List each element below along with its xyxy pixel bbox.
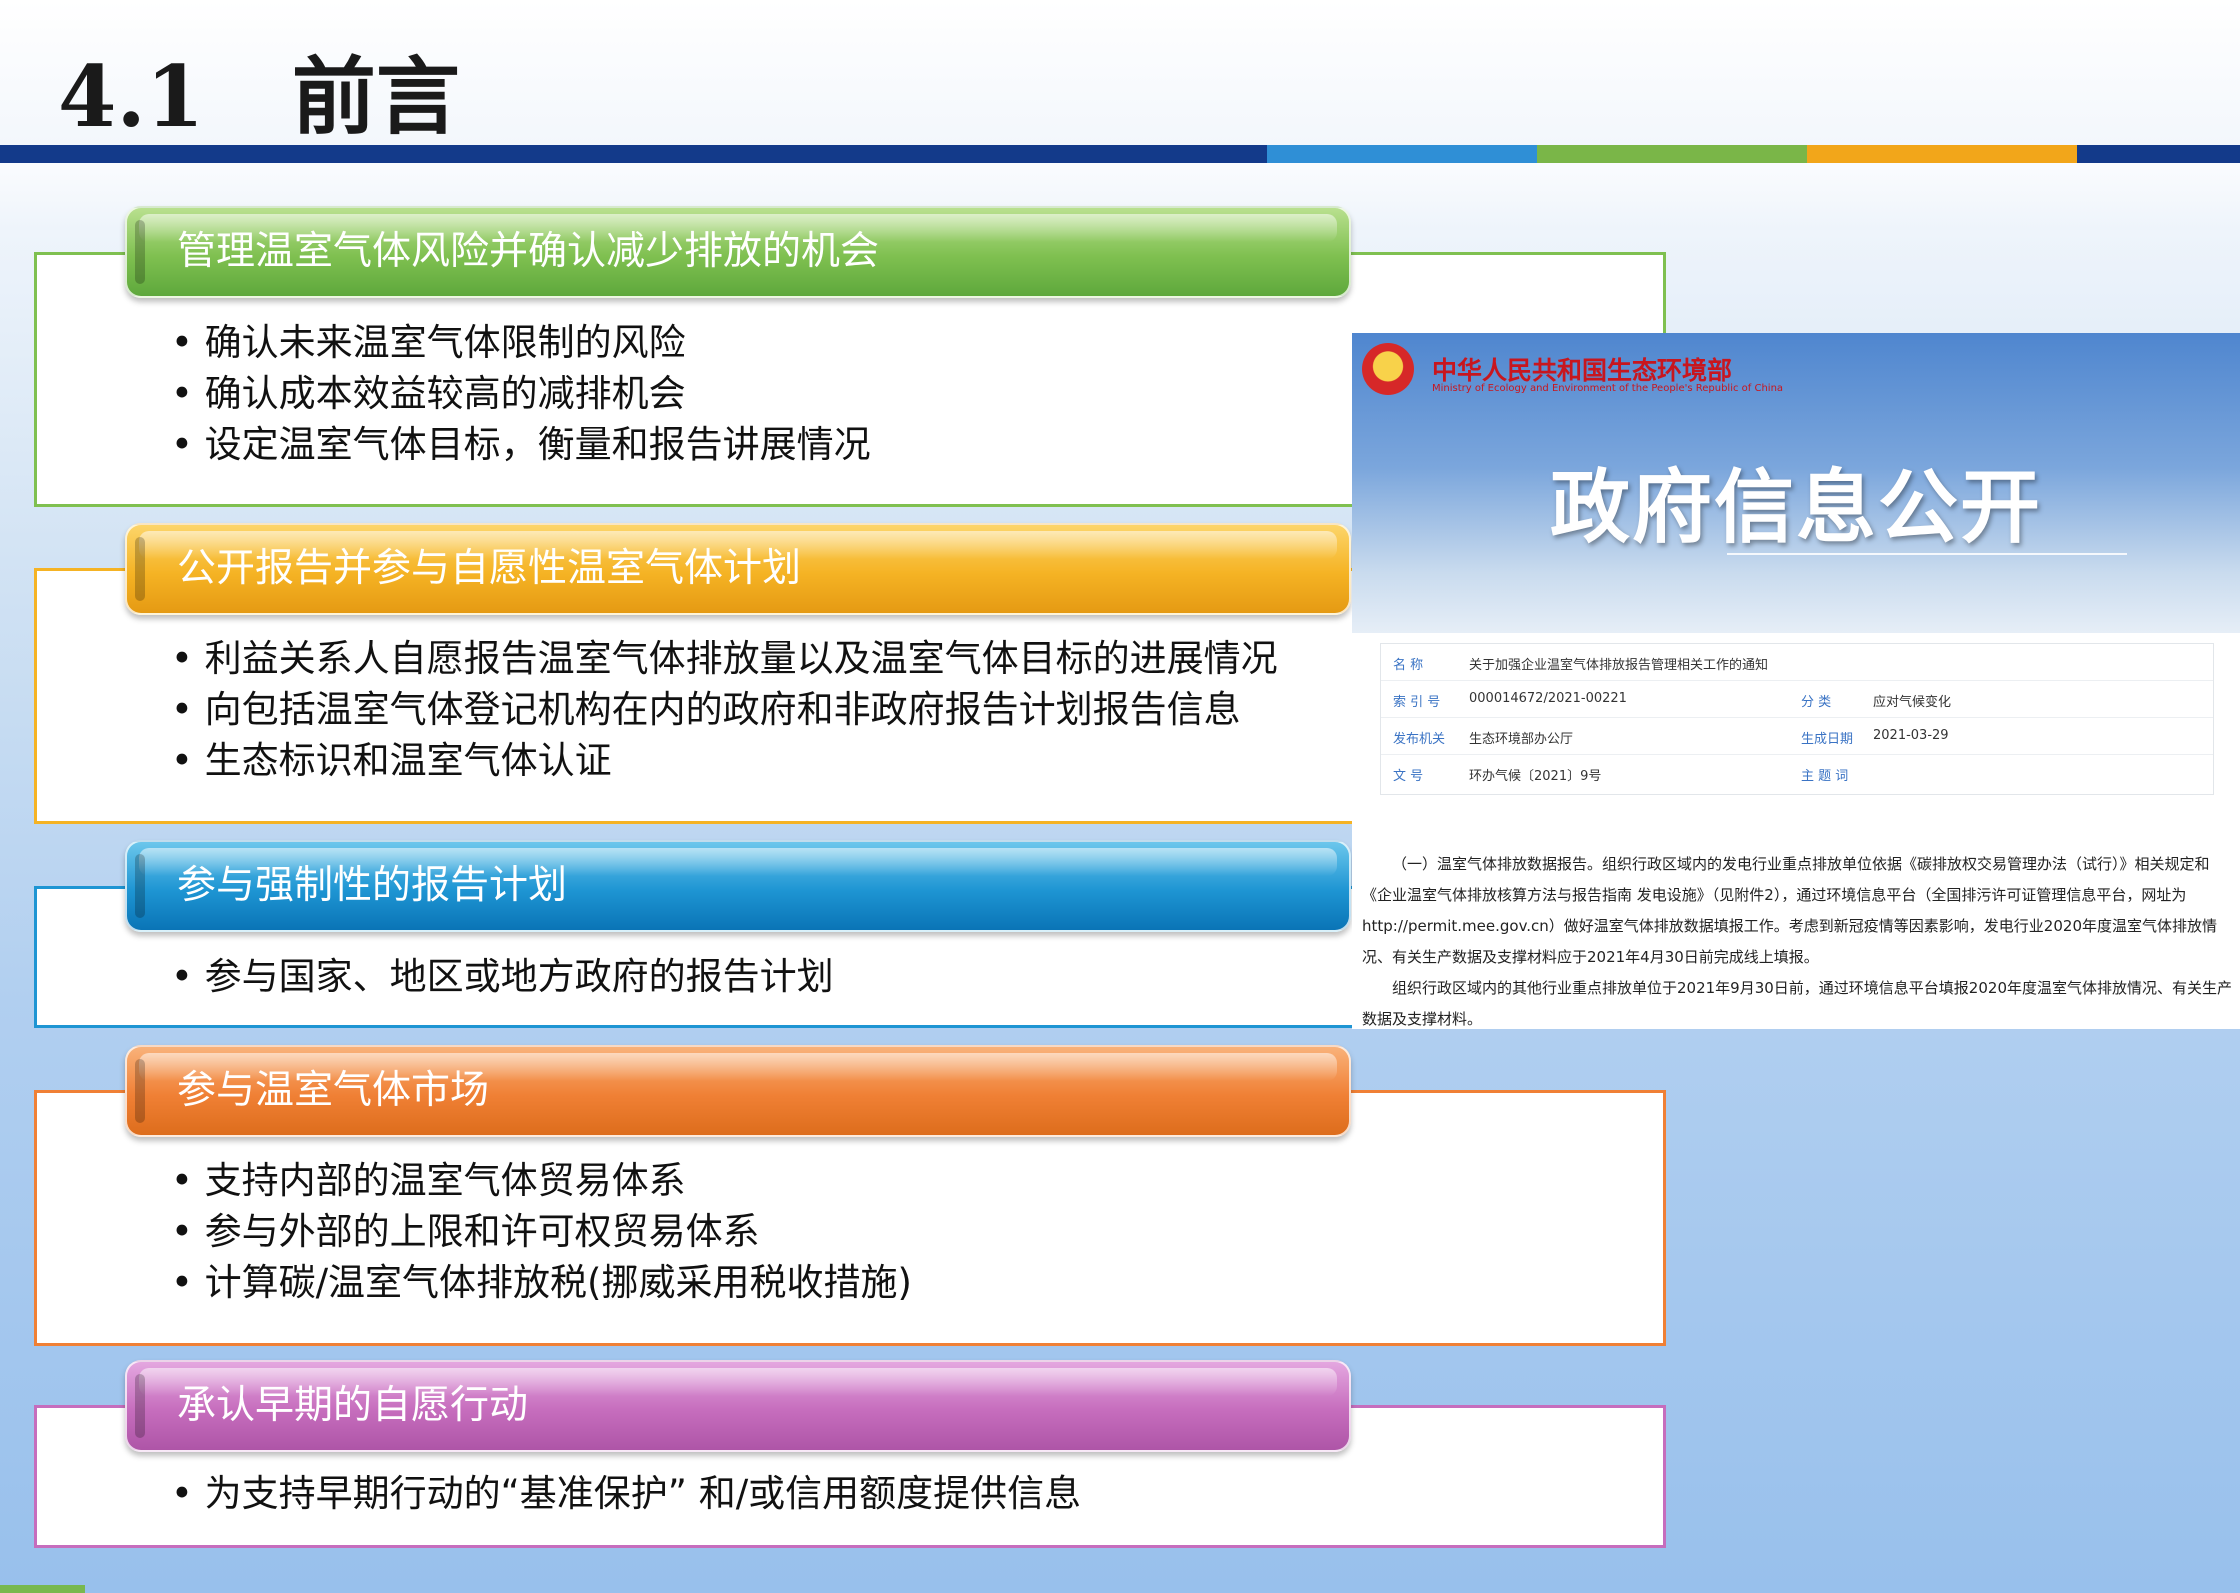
section-bullets: 为支持早期行动的“基准保护” 和/或信用额度提供信息 bbox=[171, 1468, 1082, 1519]
section-bullets: 确认未来温室气体限制的风险 确认成本效益较高的减排机会 设定温室气体目标，衡量和… bbox=[171, 317, 871, 470]
title-area: 4.1 前言 bbox=[0, 0, 2240, 146]
meta-value: 应对气候变化 bbox=[1873, 695, 1952, 710]
bullet-item: 确认未来温室气体限制的风险 bbox=[171, 317, 871, 368]
section-header-mandatory-reporting: 参与强制性的报告计划 bbox=[125, 840, 1351, 932]
meta-value: 生态环境部办公厅 bbox=[1469, 732, 1574, 747]
meta-row-doc: 文 号 环办气候〔2021〕9号 主 题 词 bbox=[1381, 755, 2213, 791]
ministry-name-english: Ministry of Ecology and Environment of t… bbox=[1432, 383, 1784, 394]
notice-paragraph: （一）温室气体排放数据报告。组织行政区域内的发电行业重点排放单位依据《碳排放权交… bbox=[1362, 855, 2217, 966]
meta-value: 关于加强企业温室气体排放报告管理相关工作的通知 bbox=[1469, 658, 1769, 673]
notice-paragraph: 组织行政区域内的其他行业重点排放单位于2021年9月30日前，通过环境信息平台填… bbox=[1362, 979, 2232, 1028]
meta-row-issuer: 发布机关 生态环境部办公厅 生成日期 2021-03-29 bbox=[1381, 718, 2213, 755]
meta-value: 000014672/2021-00221 bbox=[1469, 691, 1627, 706]
meta-label: 名 称 bbox=[1393, 658, 1424, 673]
meta-label: 主 题 词 bbox=[1801, 769, 1849, 784]
bullet-item: 确认成本效益较高的减排机会 bbox=[171, 368, 871, 419]
government-notice-image: 中华人民共和国生态环境部 Ministry of Ecology and Env… bbox=[1352, 333, 2240, 1029]
header-tab bbox=[135, 854, 145, 918]
section-bullets: 支持内部的温室气体贸易体系 参与外部的上限和许可权贸易体系 计算碳/温室气体排放… bbox=[171, 1155, 912, 1308]
section-header-early-action: 承认早期的自愿行动 bbox=[125, 1360, 1351, 1452]
section-title: 管理温室气体风险并确认减少排放的机会 bbox=[177, 229, 880, 274]
meta-label: 发布机关 bbox=[1393, 732, 1446, 747]
meta-row-index: 索 引 号 000014672/2021-00221 分 类 应对气候变化 bbox=[1381, 681, 2213, 718]
meta-label: 文 号 bbox=[1393, 769, 1424, 784]
slide-title: 4.1 前言 bbox=[58, 47, 460, 146]
section-title: 承认早期的自愿行动 bbox=[177, 1383, 529, 1428]
title-rule-green bbox=[1537, 145, 1807, 163]
section-bullets: 参与国家、地区或地方政府的报告计划 bbox=[171, 951, 834, 1002]
bullet-item: 利益关系人自愿报告温室气体排放量以及温室气体目标的进展情况 bbox=[171, 633, 1278, 684]
meta-value: 环办气候〔2021〕9号 bbox=[1469, 769, 1602, 784]
bullet-item: 设定温室气体目标，衡量和报告讲展情况 bbox=[171, 419, 871, 470]
bullet-item: 为支持早期行动的“基准保护” 和/或信用额度提供信息 bbox=[171, 1468, 1082, 1519]
bullet-item: 生态标识和温室气体认证 bbox=[171, 735, 1278, 786]
bullet-item: 计算碳/温室气体排放税(挪威采用税收措施) bbox=[171, 1257, 912, 1308]
title-rule-blue bbox=[1267, 145, 1537, 163]
ministry-name: 中华人民共和国生态环境部 bbox=[1432, 356, 1733, 385]
meta-label: 分 类 bbox=[1801, 695, 1832, 710]
banner-title: 政府信息公开 bbox=[1550, 461, 2042, 554]
title-rule-navy bbox=[0, 145, 1267, 163]
meta-value: 2021-03-29 bbox=[1873, 728, 1949, 743]
header-tab bbox=[135, 1374, 145, 1438]
header-tab bbox=[135, 537, 145, 601]
notice-body-text: （一）温室气体排放数据报告。组织行政区域内的发电行业重点排放单位依据《碳排放权交… bbox=[1362, 849, 2234, 1029]
bottom-accent-bar bbox=[0, 1585, 85, 1593]
national-emblem-icon bbox=[1362, 343, 1414, 395]
section-header-ghg-market: 参与温室气体市场 bbox=[125, 1045, 1351, 1137]
banner-rule bbox=[1727, 553, 2127, 555]
bullet-item: 参与外部的上限和许可权贸易体系 bbox=[171, 1206, 912, 1257]
header-tab bbox=[135, 1059, 145, 1123]
section-header-risk-management: 管理温室气体风险并确认减少排放的机会 bbox=[125, 206, 1351, 298]
title-rule-orange bbox=[1807, 145, 2077, 163]
section-bullets: 利益关系人自愿报告温室气体排放量以及温室气体目标的进展情况 向包括温室气体登记机… bbox=[171, 633, 1278, 786]
notice-banner: 中华人民共和国生态环境部 Ministry of Ecology and Env… bbox=[1352, 333, 2240, 633]
header-tab bbox=[135, 220, 145, 284]
notice-metadata-table: 名 称 关于加强企业温室气体排放报告管理相关工作的通知 索 引 号 000014… bbox=[1380, 643, 2214, 795]
meta-row-name: 名 称 关于加强企业温室气体排放报告管理相关工作的通知 bbox=[1381, 644, 2213, 681]
section-title: 参与温室气体市场 bbox=[177, 1068, 490, 1113]
bullet-item: 支持内部的温室气体贸易体系 bbox=[171, 1155, 912, 1206]
bullet-item: 向包括温室气体登记机构在内的政府和非政府报告计划报告信息 bbox=[171, 684, 1278, 735]
section-title: 公开报告并参与自愿性温室气体计划 bbox=[177, 546, 802, 591]
meta-label: 索 引 号 bbox=[1393, 695, 1441, 710]
section-title: 参与强制性的报告计划 bbox=[177, 863, 568, 908]
meta-label: 生成日期 bbox=[1801, 732, 1854, 747]
title-rule-navy-end bbox=[2077, 145, 2240, 163]
bullet-item: 参与国家、地区或地方政府的报告计划 bbox=[171, 951, 834, 1002]
section-header-public-reporting: 公开报告并参与自愿性温室气体计划 bbox=[125, 523, 1351, 615]
